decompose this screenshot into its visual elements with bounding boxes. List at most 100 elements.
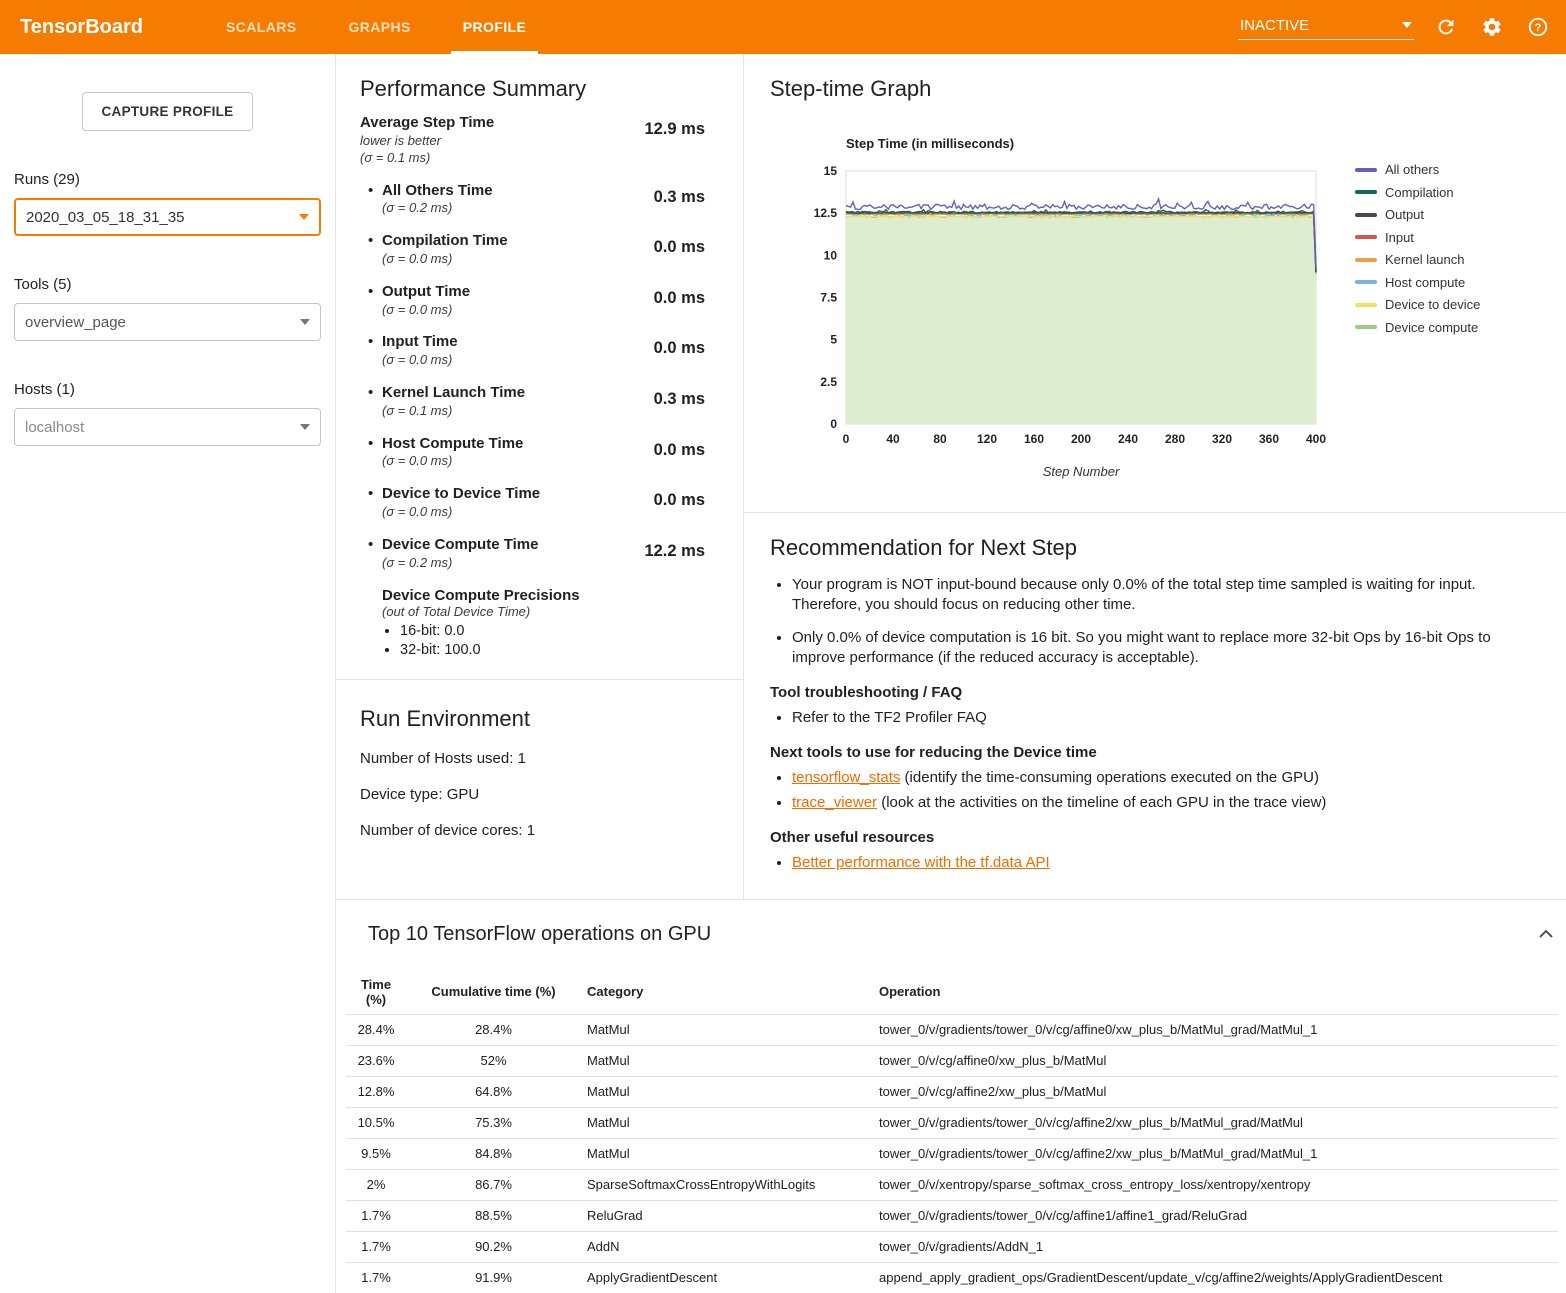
cell-cumulative-time: 84.8% xyxy=(406,1138,581,1169)
perf-item-value: 0.3 ms xyxy=(654,188,719,218)
legend-label: Compilation xyxy=(1385,185,1454,200)
run-env-item: Number of Hosts used: 1 xyxy=(360,750,719,767)
perf-item-host-compute-time: Host Compute Time(σ = 0.0 ms)0.0 ms xyxy=(360,435,719,471)
recommendation-title: Recommendation for Next Step xyxy=(770,535,1562,561)
recommendation-subheading: Other useful resources xyxy=(770,829,1562,846)
cell-category: SparseSoftmaxCrossEntropyWithLogits xyxy=(581,1169,873,1200)
perf-item-sigma: (σ = 0.2 ms) xyxy=(382,555,538,572)
recommendation-subitem: Better performance with the tf.data API xyxy=(792,852,1562,873)
svg-text:120: 120 xyxy=(977,432,997,446)
cell-category: ReluGrad xyxy=(581,1200,873,1231)
page-body: CAPTURE PROFILE Runs (29) 2020_03_05_18_… xyxy=(0,54,1566,1293)
svg-text:12.5: 12.5 xyxy=(814,206,838,220)
legend-item-compilation: Compilation xyxy=(1355,185,1480,200)
recommendation-sublist: Better performance with the tf.data API xyxy=(770,852,1562,873)
legend-swatch xyxy=(1355,168,1377,172)
link-tensorflow-stats[interactable]: tensorflow_stats xyxy=(792,769,900,786)
performance-summary-title: Performance Summary xyxy=(360,76,719,102)
runs-select[interactable]: 2020_03_05_18_31_35 xyxy=(14,198,321,236)
link-better-performance-with-the-tf-data-api[interactable]: Better performance with the tf.data API xyxy=(792,854,1050,871)
run-environment-title: Run Environment xyxy=(360,706,719,732)
chevron-down-icon xyxy=(300,319,310,325)
legend-item-output: Output xyxy=(1355,207,1480,222)
col-header-category: Category xyxy=(581,970,873,1015)
avg-step-time-value: 12.9 ms xyxy=(644,120,719,167)
link-trace-viewer[interactable]: trace_viewer xyxy=(792,794,877,811)
cell-operation: tower_0/v/gradients/tower_0/v/cg/affine0… xyxy=(873,1014,1558,1045)
legend-label: Kernel launch xyxy=(1385,252,1465,267)
perf-item-kernel-launch-time: Kernel Launch Time(σ = 0.1 ms)0.3 ms xyxy=(360,384,719,420)
recommendation-bullet: Only 0.0% of device computation is 16 bi… xyxy=(792,628,1540,668)
perf-item-label: Compilation Time xyxy=(382,232,508,251)
status-select[interactable]: INACTIVE xyxy=(1238,15,1414,40)
col-header-cumulative-time: Cumulative time (%) xyxy=(406,970,581,1015)
topbar: TensorBoard SCALARSGRAPHSPROFILE INACTIV… xyxy=(0,0,1566,54)
top-ops-table: Time (%)Cumulative time (%)CategoryOpera… xyxy=(346,970,1558,1293)
refresh-button[interactable] xyxy=(1432,13,1460,41)
cell-cumulative-time: 75.3% xyxy=(406,1107,581,1138)
perf-item-label: Host Compute Time xyxy=(382,435,523,454)
legend-label: Input xyxy=(1385,230,1414,245)
hosts-select[interactable]: localhost xyxy=(14,408,321,446)
cell-operation: tower_0/v/gradients/tower_0/v/cg/affine1… xyxy=(873,1200,1558,1231)
tab-profile[interactable]: PROFILE xyxy=(437,0,552,54)
recommendation-subitem: tensorflow_stats (identify the time-cons… xyxy=(792,767,1562,788)
col-header-time: Time (%) xyxy=(346,970,406,1015)
table-row: 10.5%75.3%MatMultower_0/v/gradients/towe… xyxy=(346,1107,1558,1138)
cell-time: 1.7% xyxy=(346,1262,406,1293)
cell-cumulative-time: 52% xyxy=(406,1045,581,1076)
step-time-graph-title: Step-time Graph xyxy=(770,76,1562,102)
step-time-chart: Step Time (in milliseconds) 02.557.51012… xyxy=(796,136,1341,486)
help-button[interactable]: ? xyxy=(1524,13,1552,41)
cell-operation: append_apply_gradient_ops/GradientDescen… xyxy=(873,1262,1558,1293)
runs-label: Runs (29) xyxy=(14,171,335,188)
capture-profile-button[interactable]: CAPTURE PROFILE xyxy=(82,92,252,131)
step-time-graph-section: Step-time Graph Step Time (in millisecon… xyxy=(744,54,1566,513)
run-environment-items: Number of Hosts used: 1Device type: GPUN… xyxy=(360,750,719,839)
legend-label: Host compute xyxy=(1385,275,1465,290)
collapse-chevron-icon[interactable] xyxy=(1534,922,1558,948)
app-title: TensorBoard xyxy=(0,16,200,39)
perf-item-value: 12.2 ms xyxy=(644,542,719,572)
run-env-item: Device type: GPU xyxy=(360,786,719,803)
legend-label: All others xyxy=(1385,162,1439,177)
top-ops-section: Top 10 TensorFlow operations on GPU Time… xyxy=(336,899,1566,1293)
cell-operation: tower_0/v/xentropy/sparse_softmax_cross_… xyxy=(873,1169,1558,1200)
svg-text:320: 320 xyxy=(1212,432,1232,446)
svg-text:400: 400 xyxy=(1306,432,1326,446)
settings-button[interactable] xyxy=(1478,13,1506,41)
recommendation-subitem: trace_viewer (look at the activities on … xyxy=(792,792,1562,813)
table-row: 28.4%28.4%MatMultower_0/v/gradients/towe… xyxy=(346,1014,1558,1045)
table-row: 9.5%84.8%MatMultower_0/v/gradients/tower… xyxy=(346,1138,1558,1169)
legend-swatch xyxy=(1355,303,1377,307)
cell-operation: tower_0/v/gradients/tower_0/v/cg/affine2… xyxy=(873,1138,1558,1169)
recommendation-subitem: Refer to the TF2 Profiler FAQ xyxy=(792,707,1562,728)
perf-item-sigma: (σ = 0.0 ms) xyxy=(382,251,508,268)
cell-cumulative-time: 86.7% xyxy=(406,1169,581,1200)
table-row: 1.7%91.9%ApplyGradientDescentappend_appl… xyxy=(346,1262,1558,1293)
perf-item-sigma: (σ = 0.0 ms) xyxy=(382,504,540,521)
cell-category: ApplyGradientDescent xyxy=(581,1262,873,1293)
tab-graphs[interactable]: GRAPHS xyxy=(322,0,436,54)
cell-cumulative-time: 28.4% xyxy=(406,1014,581,1045)
table-row: 12.8%64.8%MatMultower_0/v/cg/affine2/xw_… xyxy=(346,1076,1558,1107)
device-compute-precisions: Device Compute Precisions (out of Total … xyxy=(382,587,719,658)
perf-item-compilation-time: Compilation Time(σ = 0.0 ms)0.0 ms xyxy=(360,232,719,268)
tab-scalars[interactable]: SCALARS xyxy=(200,0,322,54)
cell-time: 28.4% xyxy=(346,1014,406,1045)
legend-swatch xyxy=(1355,235,1377,239)
perf-item-label: All Others Time xyxy=(382,182,493,201)
tools-select[interactable]: overview_page xyxy=(14,303,321,341)
runs-select-value: 2020_03_05_18_31_35 xyxy=(26,209,185,226)
help-icon: ? xyxy=(1527,16,1549,38)
precision-item: 16-bit: 0.0 xyxy=(400,623,719,639)
tools-label: Tools (5) xyxy=(14,276,335,293)
svg-text:240: 240 xyxy=(1118,432,1138,446)
perf-item-value: 0.0 ms xyxy=(654,441,719,471)
col-header-operation: Operation xyxy=(873,970,1558,1015)
perf-items: All Others Time (σ = 0.2 ms) 0.3 ms Compila… xyxy=(360,182,719,572)
right-column: Step-time Graph Step Time (in millisecon… xyxy=(744,54,1566,899)
recommendation-sublist: Refer to the TF2 Profiler FAQ xyxy=(770,707,1562,728)
status-select-value: INACTIVE xyxy=(1240,17,1309,34)
cell-cumulative-time: 91.9% xyxy=(406,1262,581,1293)
